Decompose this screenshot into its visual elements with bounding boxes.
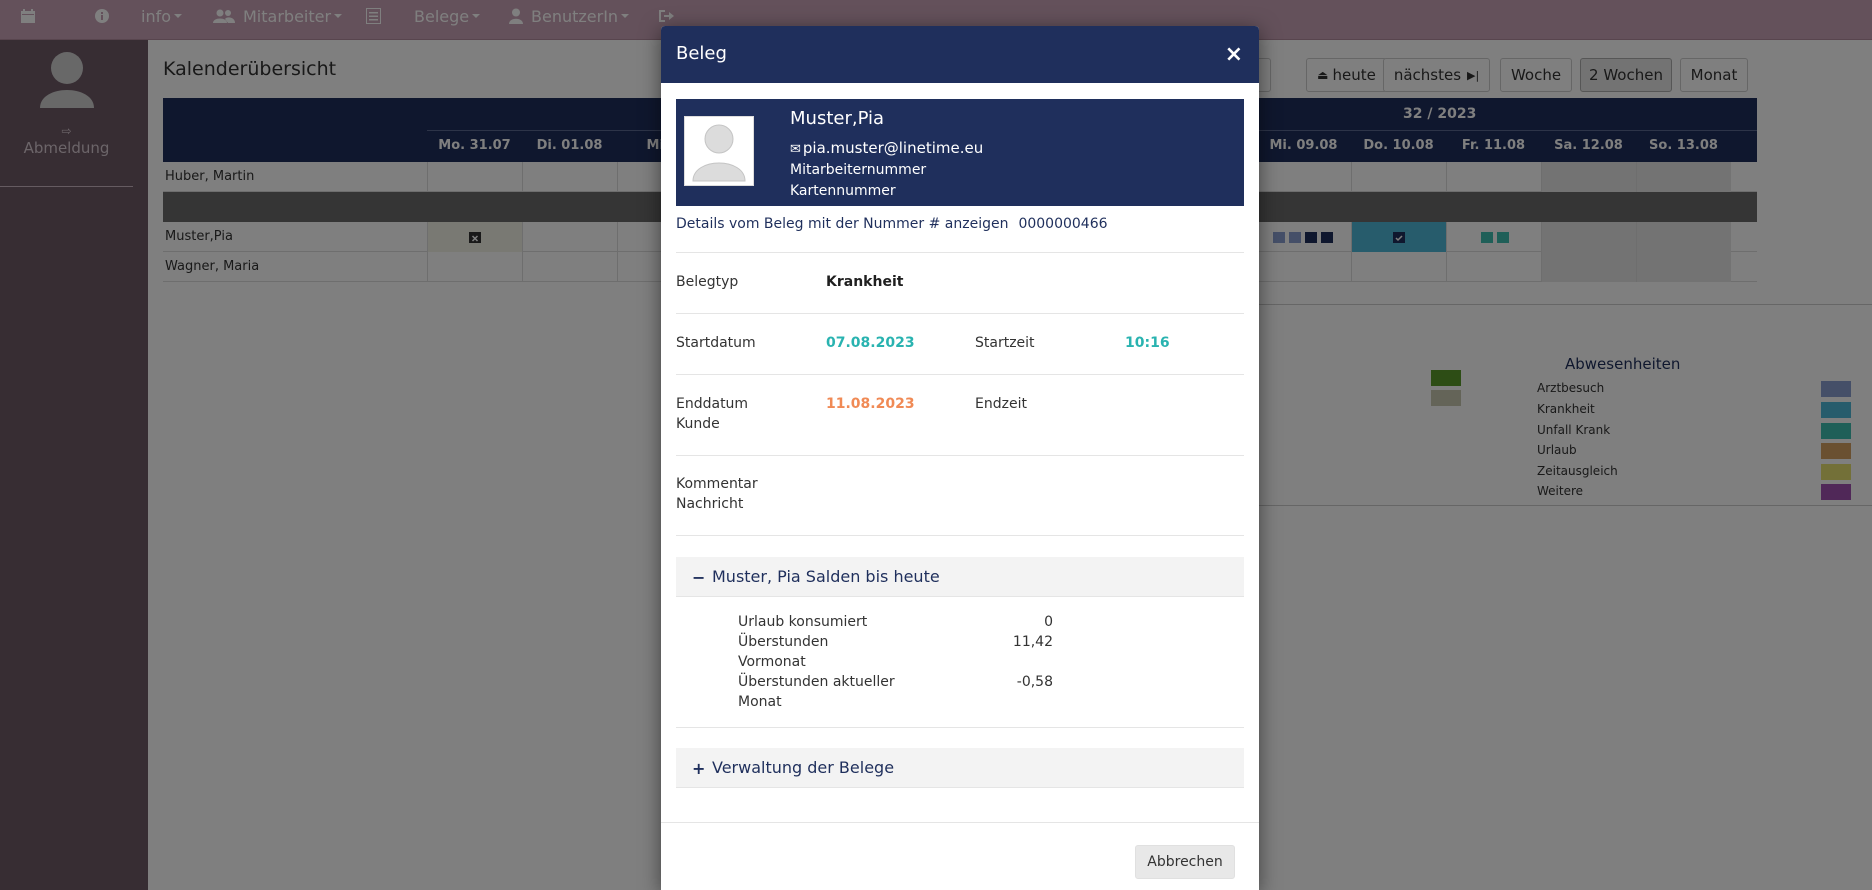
verwaltung-title: Verwaltung der Belege	[712, 758, 895, 777]
beleg-number: 0000000466	[1018, 216, 1108, 232]
startdatum-value: 07.08.2023	[826, 335, 915, 351]
card-number-label: Kartennummer	[790, 183, 896, 199]
profile-email: ✉ pia.muster@linetime.eu	[790, 139, 983, 157]
cancel-button[interactable]: Abbrechen	[1135, 845, 1235, 879]
modal-title: Beleg	[676, 43, 727, 64]
belegtyp-label: Belegtyp	[676, 274, 739, 290]
belegtyp-value: Krankheit	[826, 274, 904, 290]
close-icon[interactable]: ×	[1225, 44, 1243, 66]
profile-email-text: pia.muster@linetime.eu	[802, 139, 984, 157]
divider	[676, 313, 1244, 314]
plus-icon: +	[692, 759, 706, 778]
startdatum-label: Startdatum	[676, 335, 756, 351]
details-text: Details vom Beleg mit der Nummer # anzei…	[676, 216, 1009, 232]
profile-card: Muster,Pia ✉ pia.muster@linetime.eu Mitar…	[676, 99, 1244, 206]
salden-panel-header[interactable]: − Muster, Pia Salden bis heute	[676, 557, 1244, 597]
urlaub-label: Urlaub konsumiert	[738, 614, 868, 630]
startzeit-label: Startzeit	[975, 335, 1035, 351]
divider	[676, 455, 1244, 456]
ueberstunden-vormonat-label: Überstunden	[738, 634, 829, 650]
nachricht-label: Nachricht	[676, 496, 744, 512]
divider	[676, 535, 1244, 536]
cancel-button-label: Abbrechen	[1147, 854, 1223, 870]
endzeit-label: Endzeit	[975, 396, 1027, 412]
modal-header: Beleg ×	[661, 26, 1259, 83]
ueberstunden-aktuell-value: -0,58	[1016, 674, 1053, 690]
enddatum-value: 11.08.2023	[826, 396, 915, 412]
enddatum-label: Enddatum	[676, 396, 749, 412]
beleg-modal: Beleg × Muster,Pia ✉ pia.muster@linetime.…	[661, 26, 1259, 890]
envelope-icon: ✉	[790, 142, 801, 157]
profile-name: Muster,Pia	[790, 108, 885, 129]
urlaub-value: 0	[1044, 614, 1053, 630]
kommentar-label: Kommentar	[676, 476, 758, 492]
avatar	[684, 116, 754, 186]
divider	[676, 374, 1244, 375]
verwaltung-panel-header[interactable]: + Verwaltung der Belege	[676, 748, 1244, 788]
details-line: Details vom Beleg mit der Nummer # anzei…	[676, 216, 1108, 232]
ueberstunden-vormonat-label2: Vormonat	[738, 654, 806, 670]
employee-number-label: Mitarbeiternummer	[790, 162, 927, 178]
ueberstunden-vormonat-value: 11,42	[1012, 634, 1053, 650]
minus-icon: −	[692, 568, 706, 587]
divider	[676, 252, 1244, 253]
ueberstunden-aktuell-label2: Monat	[738, 694, 782, 710]
kunde-label: Kunde	[676, 416, 720, 432]
salden-title: Muster, Pia Salden bis heute	[712, 567, 940, 586]
startzeit-value: 10:16	[1125, 335, 1170, 351]
divider	[676, 727, 1244, 728]
divider	[661, 822, 1259, 823]
ueberstunden-aktuell-label: Überstunden aktueller	[738, 674, 895, 690]
